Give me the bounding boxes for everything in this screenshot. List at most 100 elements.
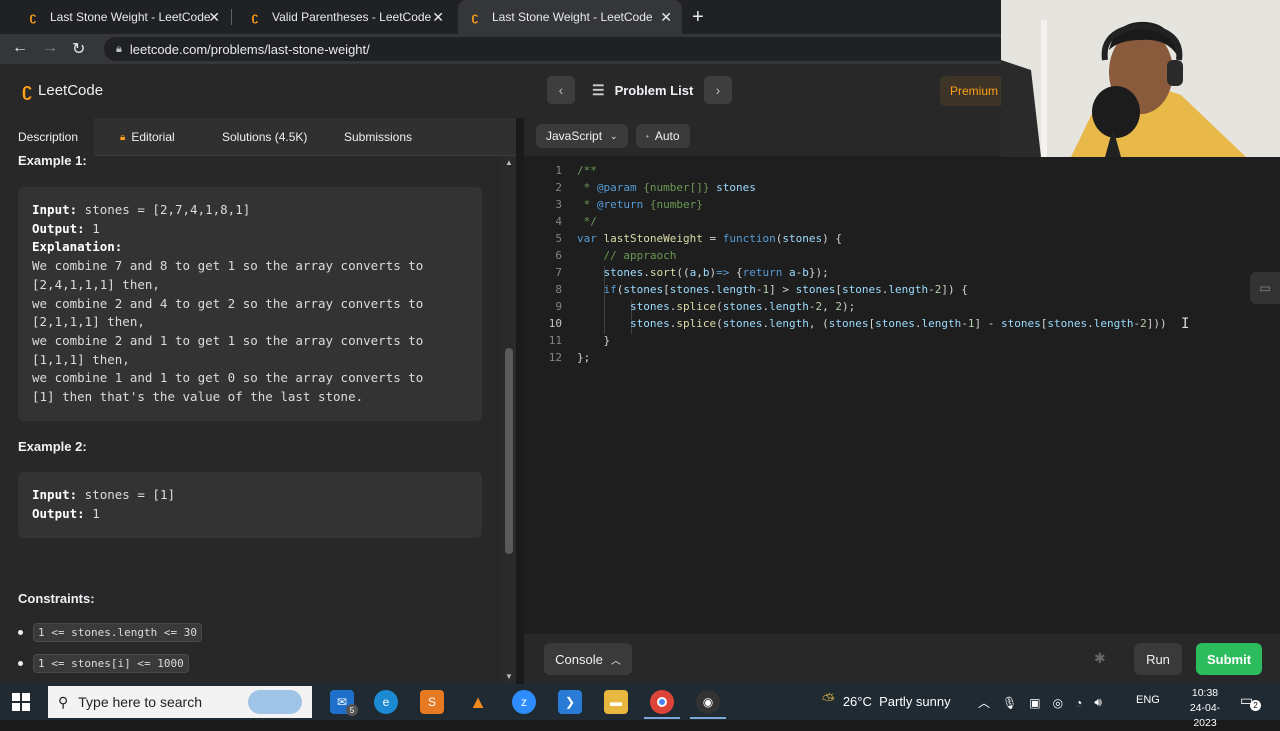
notification-center-icon[interactable]: ▭ 2 bbox=[1240, 692, 1261, 711]
code-panel: JavaScript ⌄ • Auto 1 2 3 4 5 6 7 8 9 10… bbox=[524, 118, 1280, 684]
code-line: * @return {number} bbox=[577, 198, 703, 211]
example-line: Output: 1 bbox=[32, 505, 100, 521]
premium-label: Premium bbox=[950, 84, 999, 98]
camera-icon[interactable]: ▣ bbox=[1029, 696, 1040, 710]
language-label: JavaScript bbox=[546, 129, 603, 143]
wifi-icon[interactable]: ◔ bbox=[1075, 696, 1082, 710]
scroll-down-icon[interactable]: ▼ bbox=[505, 672, 513, 681]
file-explorer-icon[interactable]: ▬ bbox=[604, 690, 628, 714]
code-line: } bbox=[577, 334, 611, 347]
example-line: we combine 1 and 1 to get 0 so the array… bbox=[32, 370, 424, 386]
close-tab-icon[interactable]: ✕ bbox=[660, 9, 672, 26]
search-placeholder: Type here to search bbox=[78, 694, 203, 710]
system-tray: ︿ 🎙︎ ▣ ◎ ◔ 🔊︎ bbox=[978, 694, 1114, 711]
constraint-code: 1 <= stones.length <= 30 bbox=[33, 623, 202, 642]
network-icon[interactable]: ◎ bbox=[1053, 696, 1063, 710]
search-icon: ⚲ bbox=[58, 693, 69, 710]
code-line: stones.splice(stones.length-2, 2); bbox=[629, 300, 856, 313]
language-select[interactable]: JavaScript ⌄ bbox=[536, 124, 628, 148]
lock-icon: 🔒︎ bbox=[116, 42, 122, 55]
zoom-icon[interactable]: z bbox=[512, 690, 536, 714]
tab-title: Last Stone Weight - LeetCode bbox=[50, 10, 211, 24]
back-arrow-icon[interactable]: ← bbox=[12, 39, 28, 57]
vlc-icon[interactable]: ▲ bbox=[466, 690, 490, 714]
submit-label: Submit bbox=[1206, 651, 1252, 667]
active-app-indicator bbox=[690, 717, 726, 719]
line-number: 1 bbox=[555, 164, 562, 177]
tab-title: Last Stone Weight - LeetCode bbox=[492, 10, 653, 24]
line-number: 8 bbox=[555, 283, 562, 296]
constraints-label: Constraints: bbox=[18, 591, 95, 606]
scroll-up-icon[interactable]: ▲ bbox=[505, 158, 513, 167]
notes-side-tab[interactable]: ▭ bbox=[1250, 272, 1280, 304]
chevron-left-icon: ‹ bbox=[558, 82, 564, 98]
close-tab-icon[interactable]: ✕ bbox=[208, 9, 220, 26]
tab-editorial[interactable]: 🔒︎ Editorial bbox=[102, 118, 193, 156]
browser-tab[interactable]: ʗ Valid Parentheses - LeetCode ✕ bbox=[238, 0, 454, 34]
obs-icon[interactable]: ◉ bbox=[696, 690, 720, 714]
chrome-icon[interactable] bbox=[650, 690, 674, 714]
logo-text: LeetCode bbox=[38, 82, 104, 99]
example-line: [2,4,1,1,1] then, bbox=[32, 276, 160, 292]
example-line: [2,1,1,1] then, bbox=[32, 314, 145, 330]
line-number: 12 bbox=[548, 351, 562, 364]
example-2-label: Example 2: bbox=[18, 439, 87, 454]
description-scrollbar[interactable]: ▲ ▼ bbox=[502, 156, 516, 684]
new-tab-icon[interactable]: + bbox=[692, 6, 704, 29]
forward-arrow-icon[interactable]: → bbox=[42, 39, 58, 57]
scrollbar-thumb[interactable] bbox=[505, 348, 513, 554]
example-line: we combine 2 and 1 to get 1 so the array… bbox=[32, 332, 424, 348]
next-problem-button[interactable]: › bbox=[704, 76, 732, 104]
auto-mode-button[interactable]: • Auto bbox=[636, 124, 690, 148]
speaker-icon[interactable]: 🔊︎ bbox=[1094, 695, 1102, 710]
example-1-label: Example 1: bbox=[18, 156, 87, 168]
url-field[interactable]: 🔒︎ leetcode.com/problems/last-stone-weig… bbox=[104, 37, 1104, 61]
line-number: 5 bbox=[555, 232, 562, 245]
debug-icon[interactable]: ✱ bbox=[1094, 650, 1106, 667]
example-1-box: Input: stones = [2,7,4,1,8,1] Output: 1 … bbox=[18, 187, 482, 421]
leetcode-logo-icon: ʗ bbox=[22, 80, 33, 100]
clock-date: 24-04-2023 bbox=[1189, 702, 1221, 729]
edge-browser-icon[interactable]: e bbox=[374, 690, 398, 714]
tab-submissions[interactable]: Submissions bbox=[326, 118, 430, 156]
prev-problem-button[interactable]: ‹ bbox=[547, 76, 575, 104]
weather-widget[interactable]: ⛅︎ 26°C Partly sunny bbox=[822, 692, 951, 710]
taskbar-search-input[interactable]: ⚲ Type here to search bbox=[48, 686, 312, 718]
code-line: if(stones[stones.length-1] > stones[ston… bbox=[603, 283, 968, 296]
mode-label: Auto bbox=[654, 129, 680, 143]
reload-icon[interactable]: ↻ bbox=[72, 39, 85, 59]
code-line: var lastStoneWeight = function(stones) { bbox=[577, 232, 842, 245]
tab-title: Valid Parentheses - LeetCode bbox=[272, 10, 432, 24]
clock[interactable]: 10:38 24-04-2023 bbox=[1180, 686, 1230, 731]
console-button[interactable]: Console ︿ bbox=[544, 643, 632, 675]
line-number: 2 bbox=[555, 181, 562, 194]
leetcode-logo[interactable]: ʗ LeetCode bbox=[22, 80, 103, 101]
example-line: [1,1,1] then, bbox=[32, 351, 130, 367]
notification-badge: 2 bbox=[1250, 700, 1261, 711]
run-button[interactable]: Run bbox=[1134, 643, 1182, 675]
weather-text: 26°C Partly sunny bbox=[842, 693, 951, 709]
close-tab-icon[interactable]: ✕ bbox=[432, 9, 444, 26]
tab-solutions[interactable]: Solutions (4.5K) bbox=[204, 118, 325, 156]
vscode-icon[interactable]: ❯ bbox=[558, 690, 582, 714]
windows-start-icon[interactable] bbox=[12, 693, 30, 711]
code-editor[interactable]: 1 2 3 4 5 6 7 8 9 10 11 12 /** * @param … bbox=[524, 156, 1280, 634]
code-line: }; bbox=[577, 351, 591, 364]
browser-tab-active[interactable]: ʗ Last Stone Weight - LeetCode ✕ bbox=[458, 0, 682, 34]
tab-description[interactable]: Description bbox=[0, 118, 94, 156]
mail-app-icon[interactable]: ✉︎ 5 bbox=[330, 690, 358, 716]
sublime-text-icon[interactable]: S bbox=[420, 690, 444, 714]
text-cursor-icon: I bbox=[1181, 316, 1190, 332]
chevron-up-icon[interactable]: ︿ bbox=[978, 694, 990, 711]
submit-button[interactable]: Submit bbox=[1196, 643, 1262, 675]
browser-tab[interactable]: ʗ Last Stone Weight - LeetCode ✕ bbox=[16, 0, 230, 34]
chevron-right-icon: › bbox=[715, 82, 721, 98]
tab-separator bbox=[231, 9, 232, 25]
language-indicator[interactable]: ENG bbox=[1136, 694, 1160, 706]
line-number-current: 10 bbox=[548, 317, 562, 330]
premium-button[interactable]: Premium bbox=[940, 76, 1010, 106]
problem-list-button[interactable]: ☰ Problem List bbox=[592, 82, 693, 99]
microphone-icon[interactable]: 🎙︎ bbox=[1002, 696, 1017, 710]
example-line: we combine 2 and 4 to get 2 so the array… bbox=[32, 295, 424, 311]
description-panel: Description 🔒︎ Editorial Solutions (4.5K… bbox=[0, 118, 516, 684]
